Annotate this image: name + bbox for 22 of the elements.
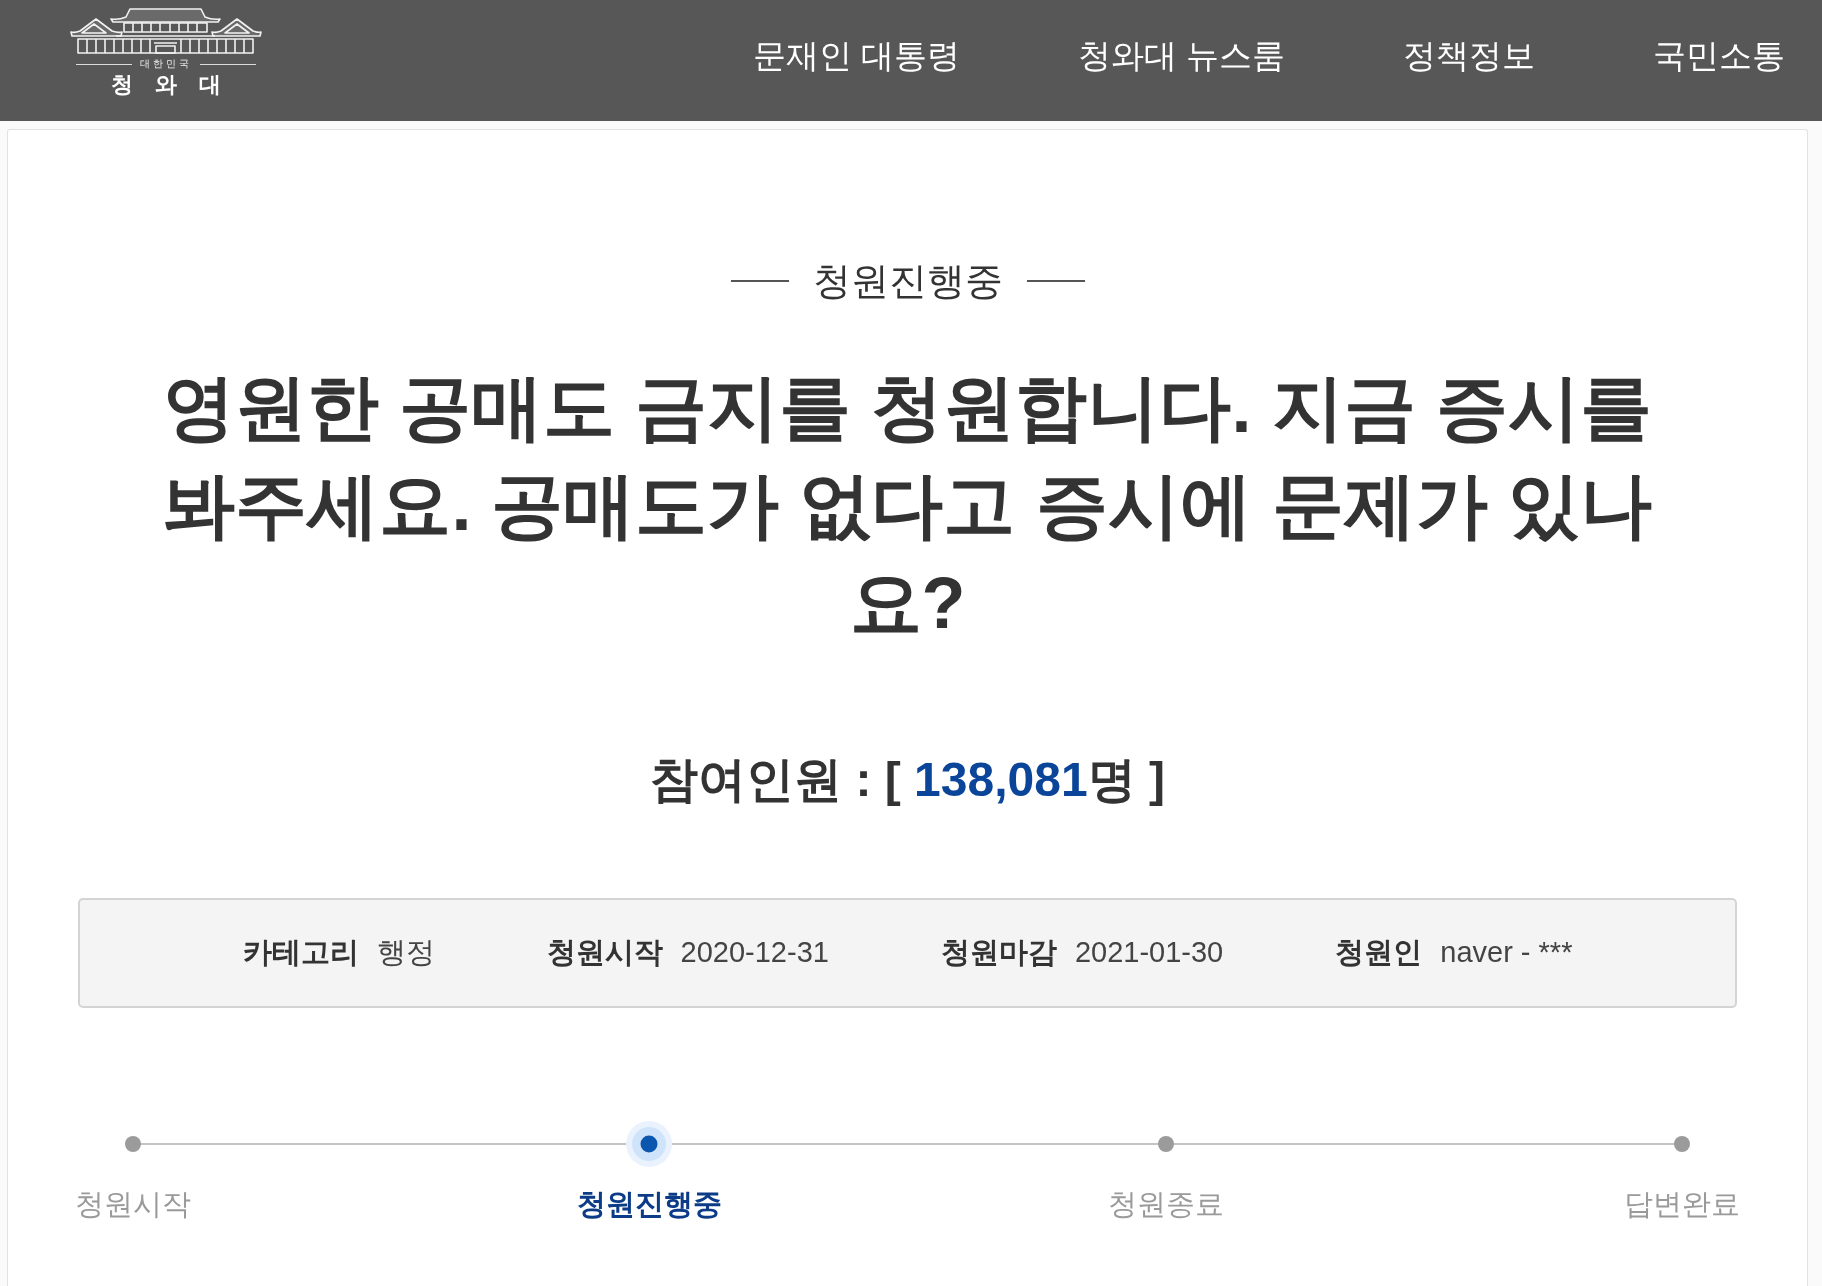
- detail-value: naver - ***: [1440, 936, 1573, 969]
- detail-value: 2021-01-30: [1074, 936, 1224, 969]
- step-label: 청원종료: [1107, 1187, 1224, 1222]
- step-label: 청원진행중: [576, 1187, 722, 1222]
- detail-label: 카테고리: [242, 935, 359, 970]
- detail-label: 청원시작: [546, 935, 663, 970]
- palace-logo-icon[interactable]: [70, 8, 262, 54]
- detail-label: 청원마감: [940, 935, 1057, 970]
- petition-title: 영원한 공매도 금지를 청원합니다. 지금 증시를 봐주세요. 공매도가 없다고 증시에 문제가 있나요?: [162, 366, 1653, 645]
- logo-name[interactable]: 청 와 대: [102, 72, 230, 98]
- nav-link[interactable]: 청와대 뉴스룸: [1078, 36, 1286, 76]
- detail-value: 2020-12-31: [680, 936, 829, 969]
- nav-link[interactable]: 문재인 대통령: [753, 36, 961, 76]
- participant-count: 참여인원 : [ 138,081명 ]: [650, 752, 1165, 808]
- detail-value: 행정: [376, 935, 435, 970]
- nav-link[interactable]: 정책정보: [1403, 36, 1536, 76]
- step-label: 답변완료: [1624, 1187, 1740, 1222]
- logo-tagline: 대한민국: [140, 58, 192, 70]
- step-label: 청원시작: [75, 1187, 191, 1222]
- detail-label: 청원인: [1335, 935, 1423, 970]
- nav-link[interactable]: 국민소통: [1653, 36, 1786, 76]
- petition-status-label: 청원진행중: [812, 259, 1003, 304]
